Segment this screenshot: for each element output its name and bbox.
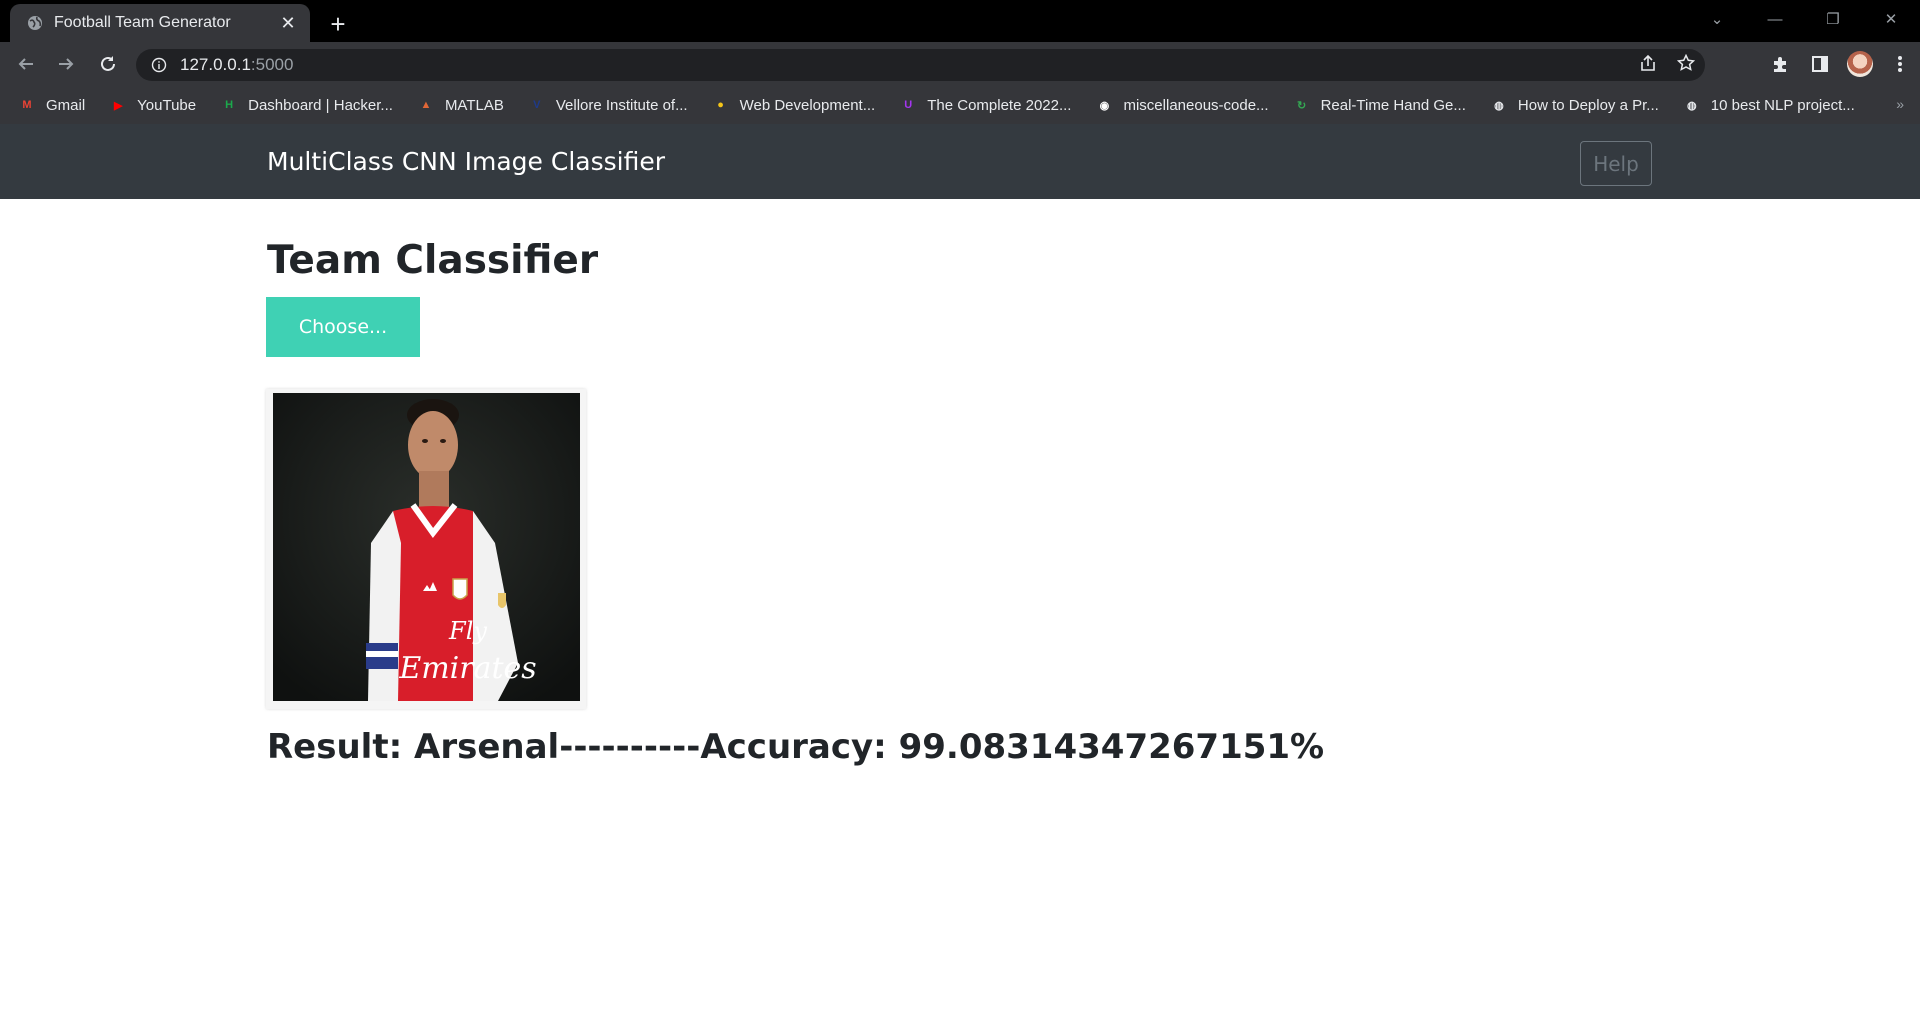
bookmark-label: YouTube: [137, 96, 197, 114]
bookmark-label: Gmail: [46, 96, 86, 114]
shirt-sponsor-line1: Fly: [448, 617, 487, 645]
udemy-icon: U: [904, 99, 913, 111]
globe-icon: ◍: [1686, 99, 1697, 112]
bookmark-label: Vellore Institute of...: [555, 96, 688, 114]
bookmark-item[interactable]: ▶ YouTube: [99, 91, 206, 119]
bookmark-item[interactable]: V Vellore Institute of...: [518, 91, 698, 119]
hackerrank-icon: H: [225, 99, 234, 111]
site-navbar: MultiClass CNN Image Classifier Help: [0, 124, 1920, 199]
shirt-sponsor-line2: Emirates: [398, 651, 536, 686]
info-icon[interactable]: [150, 56, 168, 74]
bookmark-item[interactable]: U The Complete 2022...: [889, 91, 1081, 119]
matlab-icon: ▲: [420, 99, 432, 111]
restore-icon[interactable]: ❐: [1804, 0, 1862, 38]
menu-kebab-icon[interactable]: [1880, 48, 1920, 80]
gmail-icon: M: [22, 99, 32, 111]
bookmark-star-icon[interactable]: [1676, 53, 1696, 77]
bookmark-item[interactable]: ↻ Real-Time Hand Ge...: [1283, 91, 1476, 119]
side-panel-icon[interactable]: [1800, 48, 1840, 80]
bookmark-item[interactable]: ◍ 10 best NLP project...: [1673, 91, 1865, 119]
help-button[interactable]: Help: [1580, 141, 1652, 186]
bookmark-item[interactable]: H Dashboard | Hacker...: [210, 91, 403, 119]
bookmark-item[interactable]: ● Web Development...: [702, 91, 886, 119]
more-bookmarks-icon[interactable]: »: [1896, 96, 1904, 112]
bookmark-item[interactable]: ◉ miscellaneous-code...: [1085, 91, 1278, 119]
extensions-icon[interactable]: [1760, 48, 1800, 80]
url-text: 127.0.0.1:5000: [180, 55, 294, 74]
new-tab-icon[interactable]: +: [322, 8, 354, 40]
globe-icon: [26, 14, 44, 32]
github-icon: ◉: [1099, 99, 1110, 112]
choose-file-button[interactable]: Choose...: [266, 297, 420, 357]
bookmark-label: The Complete 2022...: [927, 96, 1072, 114]
bookmark-item[interactable]: M Gmail: [8, 91, 95, 119]
page-title: Team Classifier: [267, 238, 599, 283]
browser-tabstrip: Football Team Generator ✕ + ⌄ — ❐ ✕: [0, 0, 1920, 42]
classification-result: Result: Arsenal----------Accuracy: 99.08…: [267, 727, 1325, 767]
bookmark-item[interactable]: ◍ How to Deploy a Pr...: [1480, 91, 1669, 119]
bookmark-label: Dashboard | Hacker...: [248, 96, 393, 114]
bookmark-label: How to Deploy a Pr...: [1517, 96, 1659, 114]
window-controls: ⌄ — ❐ ✕: [1688, 0, 1920, 38]
reload-icon[interactable]: [92, 48, 124, 80]
close-window-icon[interactable]: ✕: [1862, 0, 1920, 38]
udemy-badge-icon: ●: [717, 99, 724, 111]
profile-avatar[interactable]: [1840, 48, 1880, 80]
bookmark-label: Web Development...: [739, 96, 876, 114]
bookmark-label: Real-Time Hand Ge...: [1320, 96, 1466, 114]
forward-arrow-icon[interactable]: [50, 48, 82, 80]
uploaded-player-image: Fly Emirates: [273, 393, 580, 701]
bookmark-item[interactable]: ▲ MATLAB: [407, 91, 514, 119]
bookmark-label: miscellaneous-code...: [1123, 96, 1269, 114]
tab-search-icon[interactable]: ⌄: [1688, 0, 1746, 38]
browser-toolbar: 127.0.0.1:5000: [0, 42, 1920, 86]
browser-tab[interactable]: Football Team Generator ✕: [10, 4, 310, 42]
image-preview-frame: Fly Emirates: [266, 389, 586, 709]
bookmarks-bar: M Gmail ▶ YouTube H Dashboard | Hacker... ▲ MAT…: [0, 86, 1920, 124]
share-icon[interactable]: [1639, 54, 1657, 77]
youtube-icon: ▶: [113, 99, 123, 112]
bookmark-label: MATLAB: [444, 96, 504, 114]
vit-icon: V: [533, 99, 541, 111]
bookmark-label: 10 best NLP project...: [1710, 96, 1855, 114]
tab-title: Football Team Generator: [54, 14, 231, 31]
navbar-brand[interactable]: MultiClass CNN Image Classifier: [267, 124, 665, 199]
refresh-green-icon: ↻: [1296, 99, 1307, 112]
minimize-icon[interactable]: —: [1746, 0, 1804, 38]
close-tab-icon[interactable]: ✕: [274, 9, 302, 37]
globe-icon: ◍: [1494, 99, 1504, 112]
back-arrow-icon[interactable]: [10, 48, 42, 80]
address-bar[interactable]: 127.0.0.1:5000: [136, 49, 1705, 81]
